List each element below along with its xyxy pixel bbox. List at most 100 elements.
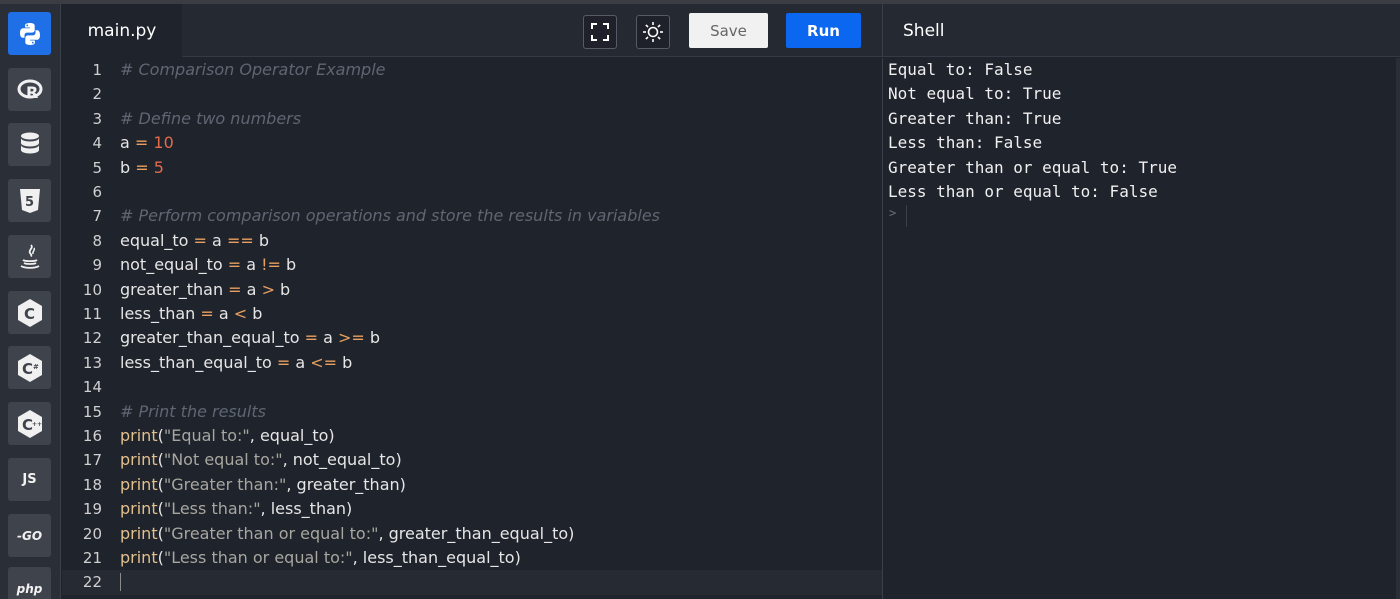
c-icon-letter: C xyxy=(24,305,35,323)
sidebar-item-csharp[interactable]: C # xyxy=(8,346,51,389)
sidebar-item-html[interactable]: 5 xyxy=(8,179,51,222)
c-icon: C xyxy=(17,298,42,327)
code-line[interactable]: 20 print("Greater than or equal to:", gre… xyxy=(62,522,882,546)
sidebar-item-js[interactable]: JS xyxy=(8,458,51,501)
line-number: 10 xyxy=(82,280,102,299)
code-line[interactable]: 9 not_equal_to = a != b xyxy=(62,253,882,277)
code-line[interactable]: 6 xyxy=(62,180,882,204)
sidebar-item-python[interactable] xyxy=(8,12,51,55)
code-text[interactable]: # Perform comparison operations and stor… xyxy=(120,204,660,228)
r-icon: R xyxy=(17,79,42,102)
code-text[interactable]: # Define two numbers xyxy=(120,107,301,131)
fullscreen-button[interactable] xyxy=(583,15,617,49)
cpp-icon: C ++ xyxy=(17,409,42,438)
code-line[interactable]: 7 # Perform comparison operations and sto… xyxy=(62,204,882,228)
shell-scrollbar[interactable] xyxy=(1396,58,1400,599)
shell-input-caret[interactable] xyxy=(906,205,907,227)
code-line[interactable]: 11 less_than = a < b xyxy=(62,302,882,326)
sidebar-item-cpp[interactable]: C ++ xyxy=(8,402,51,445)
code-text[interactable]: print("Greater than or equal to:", great… xyxy=(120,522,574,546)
code-line[interactable]: 14 xyxy=(62,375,882,399)
line-number: 2 xyxy=(92,85,102,104)
code-text[interactable]: less_than_equal_to = a <= b xyxy=(120,351,352,375)
line-number: 5 xyxy=(92,158,102,177)
line-number: 16 xyxy=(82,427,102,445)
code-line[interactable]: 16 print("Equal to:", equal_to) xyxy=(62,424,882,448)
code-text[interactable]: # Comparison Operator Example xyxy=(120,58,386,82)
code-text[interactable]: print("Greater than:", greater_than) xyxy=(120,473,406,497)
line-number: 15 xyxy=(82,402,102,421)
code-line[interactable]: 3 # Define two numbers xyxy=(62,107,882,131)
code-text[interactable]: print("Less than or equal to:", less_tha… xyxy=(120,546,521,570)
sidebar-item-sql[interactable] xyxy=(8,123,51,166)
code-line[interactable]: 17 print("Not equal to:", not_equal_to) xyxy=(62,448,882,472)
code-line[interactable]: 2 xyxy=(62,82,882,106)
line-number: 18 xyxy=(82,475,102,494)
sidebar-item-r[interactable]: R xyxy=(8,68,51,111)
line-number: 9 xyxy=(92,256,102,275)
code-text[interactable]: less_than = a < b xyxy=(120,302,262,326)
tab-main-py[interactable]: main.py xyxy=(62,4,182,57)
header-divider xyxy=(882,4,883,57)
line-number: 6 xyxy=(92,183,102,201)
code-text[interactable]: greater_than = a > b xyxy=(120,278,290,302)
sun-icon xyxy=(643,22,663,42)
code-editor[interactable]: 1 # Comparison Operator Example 2 3 # Define… xyxy=(62,58,882,599)
code-line[interactable]: 18 print("Greater than:", greater_than) xyxy=(62,473,882,497)
line-number: 4 xyxy=(92,134,102,153)
java-icon xyxy=(20,243,39,269)
code-text[interactable]: equal_to = a == b xyxy=(120,229,269,253)
csharp-icon: C # xyxy=(17,353,42,382)
r-icon-letter: R xyxy=(26,83,38,102)
line-number: 1 xyxy=(92,61,102,79)
editor-header: main.py Save Run Shell xyxy=(62,4,1400,57)
language-sidebar: R 5 C C # C ++ JS -GO php xyxy=(0,4,61,599)
code-line[interactable]: 8 equal_to = a == b xyxy=(62,229,882,253)
code-text[interactable]: print("Less than:", less_than) xyxy=(120,497,352,521)
shell-output-line: Greater than or equal to: True xyxy=(888,157,1177,177)
code-text[interactable]: print("Equal to:", equal_to) xyxy=(120,424,335,448)
text-cursor xyxy=(120,573,121,592)
code-line[interactable]: 22 xyxy=(62,570,882,595)
code-text[interactable]: a = 10 xyxy=(120,131,174,155)
save-button[interactable]: Save xyxy=(689,13,768,48)
line-number: 17 xyxy=(82,451,102,470)
line-number: 3 xyxy=(92,109,102,128)
code-line[interactable]: 10 greater_than = a > b xyxy=(62,278,882,302)
line-number: 12 xyxy=(82,329,102,348)
sidebar-item-java[interactable] xyxy=(8,235,51,278)
code-line[interactable]: 12 greater_than_equal_to = a >= b xyxy=(62,326,882,350)
line-number: 14 xyxy=(82,378,102,397)
code-line[interactable]: 21 print("Less than or equal to:", less_t… xyxy=(62,546,882,570)
code-text[interactable]: not_equal_to = a != b xyxy=(120,253,296,277)
line-number: 19 xyxy=(82,500,102,519)
code-line[interactable]: 1 # Comparison Operator Example xyxy=(62,58,882,82)
html5-icon: 5 xyxy=(19,188,40,213)
code-text[interactable]: # Print the results xyxy=(120,400,266,424)
shell-output[interactable]: > Equal to: False Not equal to: True Great… xyxy=(883,58,1400,599)
line-number: 11 xyxy=(82,305,102,323)
theme-toggle-button[interactable] xyxy=(636,15,670,49)
line-number: 8 xyxy=(92,231,102,250)
sidebar-item-c[interactable]: C xyxy=(8,291,51,334)
sidebar-item-go[interactable]: -GO xyxy=(8,514,51,557)
line-number: 22 xyxy=(82,573,102,592)
code-line[interactable]: 5 b = 5 xyxy=(62,156,882,180)
shell-output-line: Less than or equal to: False xyxy=(888,182,1158,201)
code-text[interactable]: b = 5 xyxy=(120,156,164,180)
code-line[interactable]: 19 print("Less than:", less_than) xyxy=(62,497,882,521)
run-button[interactable]: Run xyxy=(786,13,861,48)
line-number: 21 xyxy=(82,549,102,567)
code-text[interactable]: print("Not equal to:", not_equal_to) xyxy=(120,448,402,472)
fullscreen-icon xyxy=(591,23,609,41)
svg-text:#: # xyxy=(33,363,39,371)
code-line[interactable]: 15 # Print the results xyxy=(62,400,882,424)
code-line[interactable]: 4 a = 10 xyxy=(62,131,882,155)
code-line[interactable]: 13 less_than_equal_to = a <= b xyxy=(62,351,882,375)
html5-icon-digit: 5 xyxy=(25,195,34,210)
sidebar-item-php[interactable]: php xyxy=(8,567,51,599)
code-text[interactable]: greater_than_equal_to = a >= b xyxy=(120,326,380,350)
database-icon xyxy=(20,132,39,153)
js-icon: JS xyxy=(22,472,37,487)
shell-title: Shell xyxy=(903,20,945,41)
